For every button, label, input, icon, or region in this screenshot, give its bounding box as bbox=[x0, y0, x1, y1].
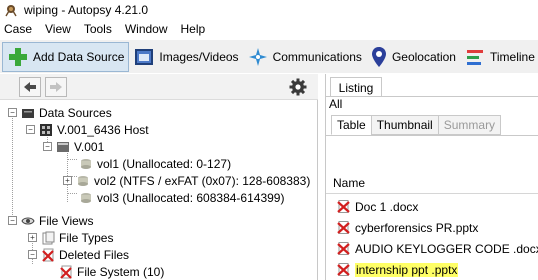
menu-bar: Case View Tools Window Help bbox=[0, 20, 538, 38]
collapse-toggle-icon[interactable]: − bbox=[8, 108, 17, 117]
deleted-x-icon bbox=[337, 200, 350, 213]
settings-button[interactable] bbox=[287, 77, 309, 97]
images-videos-button[interactable]: Images/Videos bbox=[129, 42, 242, 72]
tree-item-vol3[interactable]: vol3 (Unallocated: 608384-614399) bbox=[79, 189, 284, 206]
expand-toggle-icon[interactable]: + bbox=[63, 176, 72, 185]
gear-icon bbox=[289, 78, 307, 96]
map-pin-icon bbox=[371, 46, 386, 67]
table-row[interactable]: AUDIO KEYLOGGER CODE .docx bbox=[326, 238, 538, 259]
deleted-x-icon bbox=[337, 221, 350, 234]
tree-label: V.001 bbox=[74, 139, 105, 154]
tree-label: File System (10) bbox=[77, 264, 165, 279]
tree-item-vol2[interactable]: + vol2 (NTFS / exFAT (0x07): 128-608383) bbox=[63, 172, 310, 189]
tree-connector bbox=[67, 193, 77, 194]
tree-item-host[interactable]: − V.001_6436 Host bbox=[26, 121, 149, 138]
subtab-divider bbox=[326, 135, 538, 136]
tree-label: V.001_6436 Host bbox=[57, 122, 149, 137]
images-videos-icon bbox=[135, 48, 154, 65]
listing-scope: All bbox=[329, 97, 343, 111]
geolocation-button[interactable]: Geolocation bbox=[366, 42, 460, 72]
communications-label: Communications bbox=[272, 49, 362, 64]
deleted-file-icon bbox=[42, 248, 54, 262]
volume-icon bbox=[81, 192, 91, 203]
collapse-toggle-icon[interactable]: − bbox=[26, 125, 35, 134]
back-button[interactable] bbox=[19, 77, 41, 97]
file-name: AUDIO KEYLOGGER CODE .docx bbox=[355, 241, 538, 256]
timeline-icon bbox=[466, 49, 483, 65]
tree-connector bbox=[67, 159, 77, 160]
menu-help[interactable]: Help bbox=[181, 22, 206, 36]
add-data-source-label: Add Data Source bbox=[33, 49, 125, 64]
images-videos-label: Images/Videos bbox=[159, 49, 239, 64]
forward-button[interactable] bbox=[45, 77, 67, 97]
table-row[interactable]: Doc 1 .docx bbox=[326, 196, 538, 217]
tree-panel: − Data Sources − V.001_6436 Host − V.001… bbox=[0, 74, 318, 280]
file-name-highlighted: internship ppt .pptx bbox=[355, 262, 459, 277]
tree-label: vol3 (Unallocated: 608384-614399) bbox=[97, 190, 285, 205]
deleted-file-icon bbox=[60, 265, 72, 279]
tree-label: Deleted Files bbox=[59, 247, 130, 262]
volume-icon bbox=[81, 158, 91, 169]
tree-label: vol2 (NTFS / exFAT (0x07): 128-608383) bbox=[94, 173, 311, 188]
main-toolbar: Add Data Source Images/Videos Communicat… bbox=[0, 40, 538, 73]
menu-window[interactable]: Window bbox=[125, 22, 168, 36]
communications-icon bbox=[248, 47, 267, 66]
add-data-source-button[interactable]: Add Data Source bbox=[2, 41, 130, 72]
file-name: cyberforensics PR.pptx bbox=[355, 220, 479, 235]
tab-thumbnail[interactable]: Thumbnail bbox=[370, 115, 439, 135]
tab-table[interactable]: Table bbox=[331, 115, 372, 135]
file-name: Doc 1 .docx bbox=[355, 199, 419, 214]
arrow-left-icon bbox=[24, 82, 36, 92]
collapse-toggle-icon[interactable]: − bbox=[28, 250, 37, 259]
tree-item-file-types[interactable]: + File Types bbox=[28, 229, 113, 246]
menu-tools[interactable]: Tools bbox=[84, 22, 112, 36]
volume-icon bbox=[78, 175, 88, 186]
deleted-x-icon bbox=[337, 263, 350, 276]
disk-image-icon bbox=[57, 141, 69, 152]
tree-label: vol1 (Unallocated: 0-127) bbox=[97, 156, 232, 171]
tree-item-file-views[interactable]: − File Views bbox=[8, 212, 93, 229]
collapse-toggle-icon[interactable]: − bbox=[8, 216, 17, 225]
tree-item-file-system[interactable]: File System (10) bbox=[59, 263, 164, 280]
eye-icon bbox=[21, 217, 35, 224]
geolocation-label: Geolocation bbox=[391, 49, 456, 64]
timeline-button[interactable]: Timeline bbox=[460, 42, 538, 72]
tab-listing[interactable]: Listing bbox=[330, 77, 382, 97]
tree-nav-bar bbox=[0, 74, 318, 100]
host-icon bbox=[40, 123, 52, 136]
view-tabs: Table Thumbnail Summary bbox=[331, 115, 502, 135]
listing-panel: Listing All Table Thumbnail Summary Name… bbox=[325, 74, 538, 280]
deleted-x-icon bbox=[337, 242, 350, 255]
data-sources-icon bbox=[22, 108, 34, 118]
timeline-label: Timeline bbox=[489, 49, 535, 64]
expand-toggle-icon[interactable]: + bbox=[28, 233, 37, 242]
collapse-toggle-icon[interactable]: − bbox=[43, 142, 52, 151]
file-types-icon bbox=[42, 231, 55, 244]
window-title: wiping - Autopsy 4.21.0 bbox=[24, 3, 149, 17]
tree-label: File Types bbox=[59, 230, 114, 245]
tree-item-vol1[interactable]: vol1 (Unallocated: 0-127) bbox=[79, 155, 231, 172]
tab-summary[interactable]: Summary bbox=[437, 115, 502, 135]
add-plus-icon bbox=[9, 47, 27, 66]
tab-divider bbox=[326, 96, 538, 97]
tree-item-deleted-files[interactable]: − Deleted Files bbox=[28, 246, 129, 263]
arrow-right-icon bbox=[50, 82, 62, 92]
tree-label: File Views bbox=[39, 213, 94, 228]
tree-label: Data Sources bbox=[39, 105, 112, 120]
autopsy-logo-icon bbox=[5, 5, 17, 17]
tree-item-data-sources[interactable]: − Data Sources bbox=[8, 104, 112, 121]
tree-item-image[interactable]: − V.001 bbox=[43, 138, 104, 155]
table-row[interactable]: internship ppt .pptx bbox=[326, 259, 538, 280]
column-header-name[interactable]: Name bbox=[326, 172, 538, 194]
title-bar: wiping - Autopsy 4.21.0 bbox=[0, 0, 538, 20]
menu-case[interactable]: Case bbox=[4, 22, 32, 36]
menu-view[interactable]: View bbox=[45, 22, 71, 36]
tree-connector bbox=[12, 116, 13, 217]
communications-button[interactable]: Communications bbox=[243, 42, 366, 72]
table-row[interactable]: cyberforensics PR.pptx bbox=[326, 217, 538, 238]
